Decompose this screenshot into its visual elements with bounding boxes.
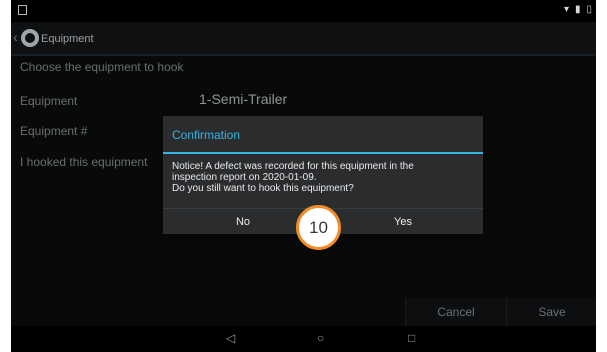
signal-icon: ▮ [574, 4, 581, 15]
battery-icon: ▯ [586, 4, 592, 15]
system-nav-bar: ◁ ○ □ [11, 326, 596, 352]
nav-back-icon[interactable]: ◁ [226, 331, 235, 345]
save-button[interactable]: Save [506, 298, 596, 326]
device-screen: ▾ ▮ ▯ ‹ Equipment Choose the equipment t… [11, 0, 596, 352]
status-bar: ▾ ▮ ▯ [11, 0, 596, 22]
wifi-icon: ▾ [563, 4, 569, 15]
cancel-button[interactable]: Cancel [405, 298, 506, 326]
step-badge: 10 [296, 205, 341, 250]
dialog-title-divider [163, 152, 483, 154]
nav-recent-icon[interactable]: □ [408, 331, 415, 345]
dialog-title: Confirmation [172, 128, 241, 142]
notification-icon [18, 5, 27, 15]
bottom-action-bar: Cancel Save [11, 298, 596, 326]
yes-button[interactable]: Yes [323, 209, 483, 234]
nav-home-icon[interactable]: ○ [317, 331, 324, 345]
status-icons: ▾ ▮ ▯ [564, 4, 592, 15]
dialog-message: Notice! A defect was recorded for this e… [172, 161, 414, 194]
